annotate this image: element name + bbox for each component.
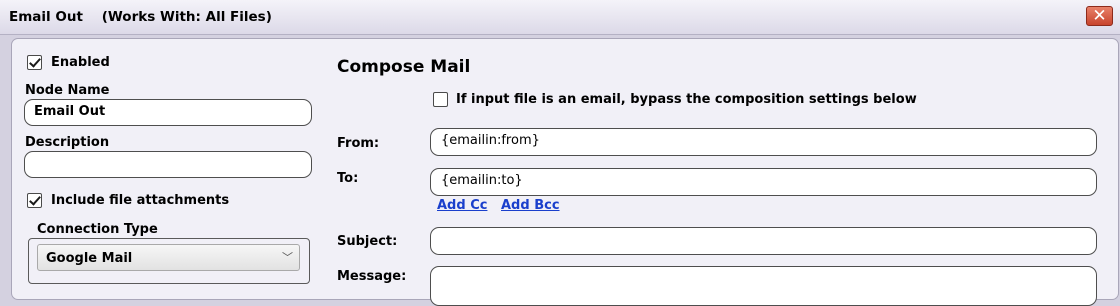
window-title-works-with: (Works With: All Files)	[101, 9, 272, 25]
message-label: Message:	[337, 269, 407, 284]
chevron-down-icon: ﹀	[282, 251, 293, 264]
subject-field[interactable]	[430, 227, 1097, 255]
title-bar: Email Out (Works With: All Files) ✕	[0, 0, 1120, 35]
description-label: Description	[25, 135, 110, 150]
window-title: Email Out (Works With: All Files)	[9, 9, 272, 25]
node-name-label: Node Name	[25, 83, 110, 98]
connection-type-select[interactable]: Google Mail ﹀	[37, 244, 300, 271]
from-label: From:	[337, 136, 380, 151]
close-button[interactable]: ✕	[1086, 6, 1113, 26]
description-field[interactable]	[24, 151, 312, 178]
enabled-checkbox[interactable]	[27, 55, 42, 70]
message-field[interactable]	[430, 266, 1097, 306]
include-attachments-label: Include file attachments	[51, 193, 230, 208]
add-bcc-link[interactable]: Add Bcc	[501, 198, 560, 213]
add-cc-link[interactable]: Add Cc	[437, 198, 487, 213]
window-title-name: Email Out	[9, 9, 83, 25]
to-field[interactable]: {emailin:to}	[430, 168, 1097, 196]
bypass-checkbox[interactable]	[433, 92, 448, 107]
close-icon: ✕	[1092, 6, 1107, 26]
enabled-label: Enabled	[51, 55, 110, 70]
node-name-field[interactable]: Email Out	[24, 99, 312, 126]
to-label: To:	[337, 171, 359, 186]
compose-mail-title: Compose Mail	[337, 57, 471, 77]
include-attachments-checkbox[interactable]	[27, 193, 42, 208]
connection-type-label: Connection Type	[34, 222, 161, 237]
subject-label: Subject:	[337, 234, 398, 249]
from-field[interactable]: {emailin:from}	[430, 128, 1097, 156]
bypass-label: If input file is an email, bypass the co…	[456, 92, 917, 107]
connection-type-value: Google Mail	[46, 251, 133, 266]
